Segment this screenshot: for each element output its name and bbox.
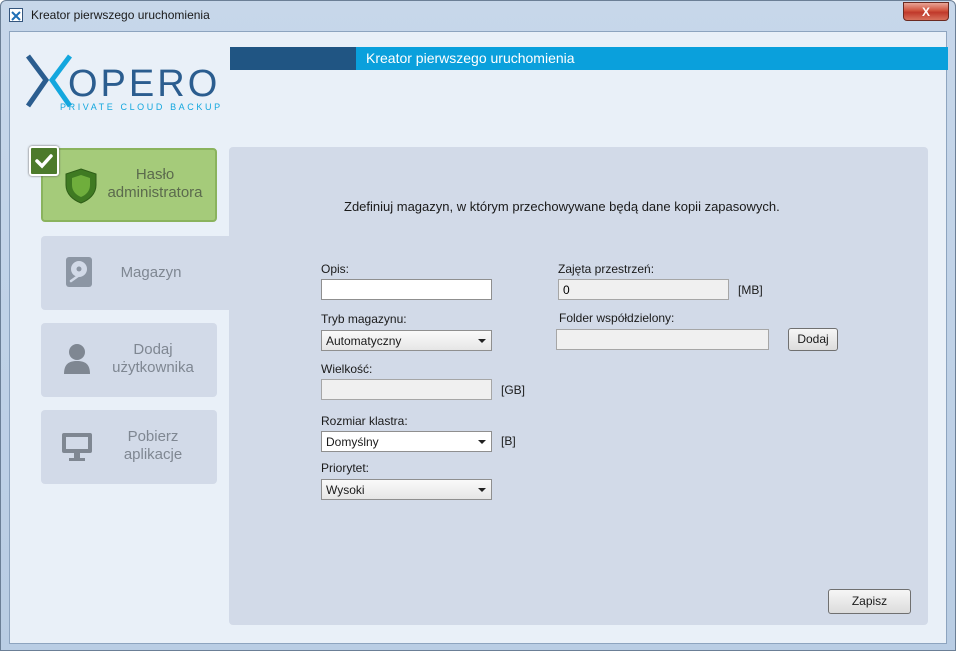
wielkosc-unit: [GB] [501, 383, 526, 397]
zajeta-unit: [MB] [738, 283, 763, 297]
nav-label-line2: administratora [107, 184, 203, 201]
nav-label-line1: Pobierz [127, 428, 179, 445]
chevron-down-icon [478, 339, 486, 343]
nav-label-line1: Magazyn [120, 264, 182, 281]
opis-input[interactable] [321, 279, 492, 300]
nav-item-admin-password[interactable]: Hasło administratora [41, 148, 217, 222]
nav-item-add-user[interactable]: Dodaj użytkownika [41, 323, 217, 397]
nav-label-line2: aplikacje [123, 446, 183, 463]
close-button[interactable]: X [903, 2, 949, 21]
rozmiar-unit: [B] [501, 434, 516, 448]
nav-item-download-apps[interactable]: Pobierz aplikacje [41, 410, 217, 484]
app-window: Kreator pierwszego uruchomienia X OPERO … [0, 0, 956, 651]
svg-text:OPERO: OPERO [68, 63, 220, 105]
xopero-logo: OPERO PRIVATE CLOUD BACKUP [25, 50, 231, 112]
wielkosc-label: Wielkość: [321, 362, 373, 376]
header-bar-accent [230, 47, 356, 70]
priorytet-label: Priorytet: [321, 461, 370, 475]
rozmiar-value: Domyślny [326, 435, 379, 449]
nav-label-line2: użytkownika [112, 359, 194, 376]
shield-icon [65, 168, 97, 209]
folder-label: Folder współdzielony: [559, 311, 675, 325]
zajeta-input[interactable] [558, 279, 729, 300]
tryb-label: Tryb magazynu: [321, 312, 407, 326]
intro-text: Zdefiniuj magazyn, w którym przechowywan… [344, 199, 780, 214]
priorytet-value: Wysoki [326, 483, 365, 497]
nav-label-line1: Hasło [135, 166, 175, 183]
save-button[interactable]: Zapisz [828, 589, 911, 614]
wielkosc-input[interactable] [321, 379, 492, 400]
window-title: Kreator pierwszego uruchomienia [31, 8, 210, 22]
priorytet-select[interactable]: Wysoki [321, 479, 492, 500]
rozmiar-label: Rozmiar klastra: [321, 414, 408, 428]
tryb-value: Automatyczny [326, 334, 402, 348]
chevron-down-icon [478, 488, 486, 492]
user-icon [63, 343, 91, 380]
add-folder-button[interactable]: Dodaj [788, 328, 838, 351]
monitor-icon [61, 432, 93, 467]
nav-item-storage[interactable]: Magazyn [41, 236, 231, 310]
opis-label: Opis: [321, 262, 350, 276]
nav-label-line1: Dodaj [133, 341, 173, 358]
rozmiar-select[interactable]: Domyślny [321, 431, 492, 452]
client-area: OPERO PRIVATE CLOUD BACKUP Kreator pierw… [9, 31, 948, 644]
svg-text:PRIVATE CLOUD BACKUP: PRIVATE CLOUD BACKUP [60, 102, 223, 112]
folder-input[interactable] [556, 329, 769, 350]
app-icon [9, 8, 23, 22]
zajeta-label: Zajęta przestrzeń: [558, 262, 655, 276]
title-bar: Kreator pierwszego uruchomienia X [1, 1, 955, 31]
hard-drive-icon [65, 256, 93, 293]
check-icon [29, 146, 59, 176]
tryb-select[interactable]: Automatyczny [321, 330, 492, 351]
header-title: Kreator pierwszego uruchomienia [366, 50, 575, 66]
chevron-down-icon [478, 440, 486, 444]
header-bar: Kreator pierwszego uruchomienia [230, 47, 948, 70]
